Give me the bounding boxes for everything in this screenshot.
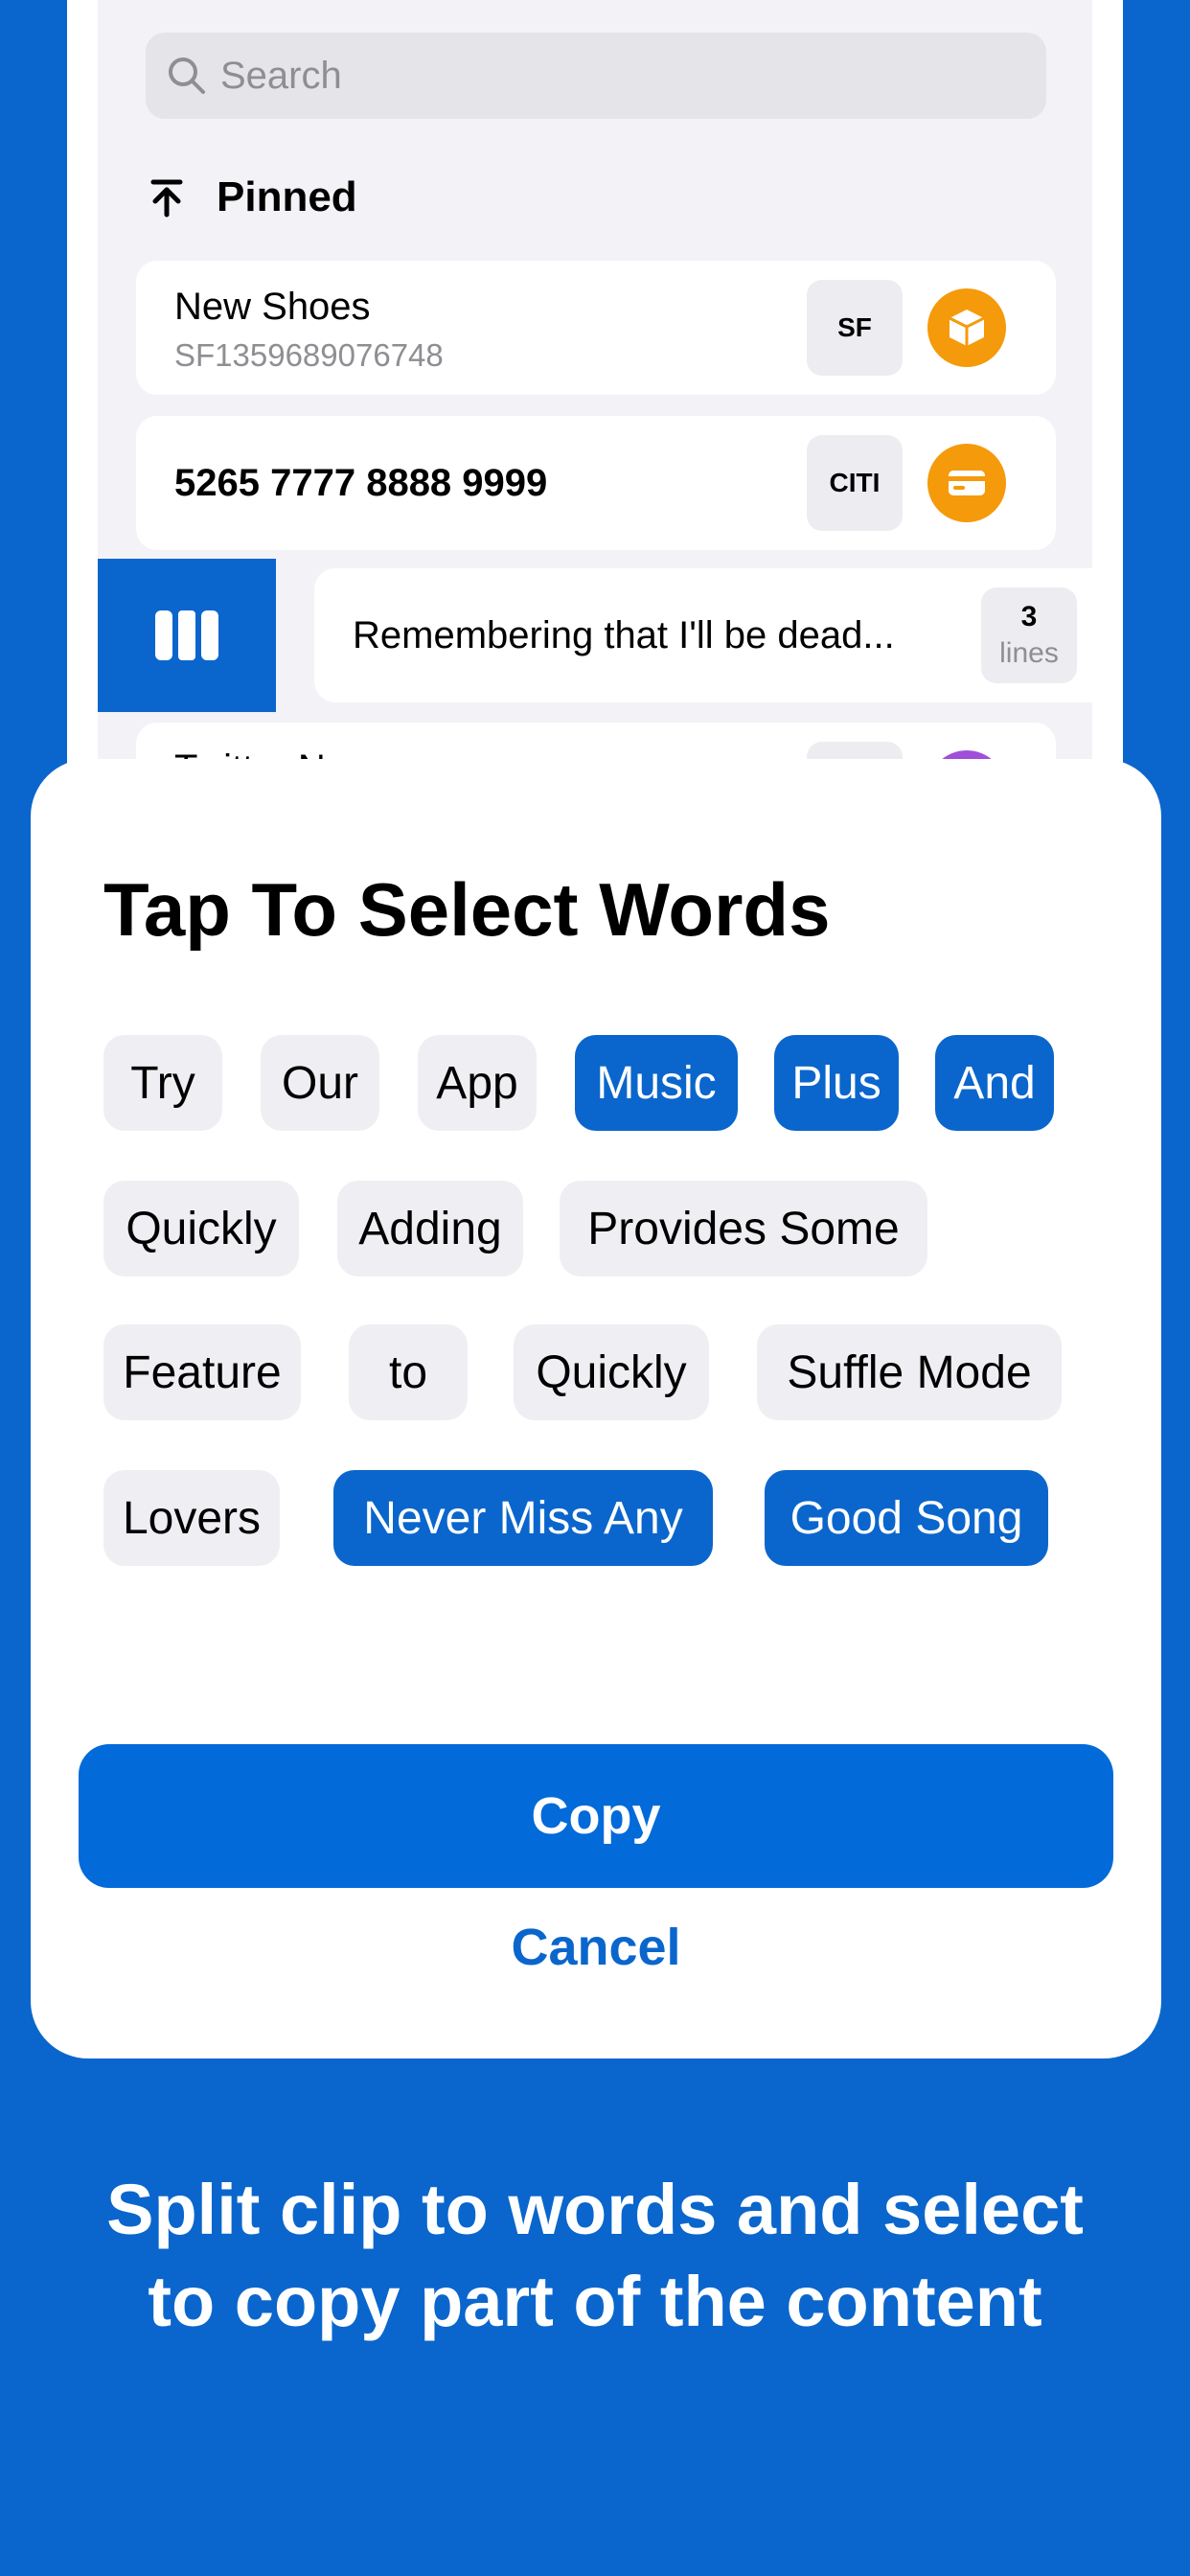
- lines-count: 3: [1020, 601, 1038, 632]
- lines-count-badge: 3 lines: [981, 587, 1077, 683]
- clip-item-new-shoes[interactable]: New Shoes SF1359689076748 SF: [136, 261, 1056, 395]
- carrier-badge: SF: [807, 280, 903, 376]
- swipe-split-action-button[interactable]: [98, 559, 276, 712]
- clip-subtitle: SF1359689076748: [174, 337, 444, 373]
- lines-label: lines: [999, 637, 1059, 669]
- promo-caption: Split clip to words and select to copy p…: [106, 2170, 1084, 2341]
- word-chip-selected[interactable]: Never Miss Any: [333, 1470, 713, 1566]
- credit-card-icon: [927, 444, 1006, 522]
- word-chip[interactable]: Quickly: [514, 1324, 709, 1420]
- word-chip[interactable]: Feature: [103, 1324, 301, 1420]
- sheet-title: Tap To Select Words: [103, 867, 831, 952]
- word-chip-selected[interactable]: And: [935, 1035, 1054, 1131]
- word-chip[interactable]: Provides Some: [560, 1181, 927, 1276]
- word-chip[interactable]: Quickly: [103, 1181, 299, 1276]
- word-chip[interactable]: to: [349, 1324, 468, 1420]
- search-icon: [169, 58, 205, 94]
- split-columns-icon: [155, 610, 218, 660]
- word-chip[interactable]: Try: [103, 1035, 222, 1131]
- word-chip[interactable]: Suffle Mode: [757, 1324, 1062, 1420]
- word-chip[interactable]: Adding: [337, 1181, 523, 1276]
- search-placeholder: Search: [220, 54, 342, 97]
- clip-title: New Shoes: [174, 286, 371, 328]
- clip-title: 5265 7777 8888 9999: [174, 462, 548, 504]
- cancel-button[interactable]: Cancel: [414, 1909, 778, 1986]
- pinned-title: Pinned: [217, 173, 357, 220]
- search-input[interactable]: Search: [146, 33, 1046, 119]
- pinned-section-header: Pinned: [146, 169, 357, 226]
- pin-arrow-up-icon: [150, 179, 183, 218]
- copy-button[interactable]: Copy: [79, 1744, 1113, 1888]
- word-chip-selected[interactable]: Music: [575, 1035, 738, 1131]
- word-chip[interactable]: App: [418, 1035, 537, 1131]
- word-chip-selected[interactable]: Good Song: [765, 1470, 1048, 1566]
- clip-item-note[interactable]: Remembering that I'll be dead... 3 lines: [314, 568, 1092, 702]
- clipboard-list-screen: Search Pinned New Shoes SF1359689076748 …: [98, 0, 1092, 882]
- select-words-sheet: Tap To Select Words Try Our App Music Pl…: [31, 759, 1161, 2058]
- word-chip[interactable]: Lovers: [103, 1470, 280, 1566]
- word-chip-selected[interactable]: Plus: [774, 1035, 899, 1131]
- bank-badge: CITI: [807, 435, 903, 531]
- package-icon: [927, 288, 1006, 367]
- clip-item-card-number[interactable]: 5265 7777 8888 9999 CITI: [136, 416, 1056, 550]
- word-chip[interactable]: Our: [261, 1035, 379, 1131]
- clip-title: Remembering that I'll be dead...: [353, 614, 895, 656]
